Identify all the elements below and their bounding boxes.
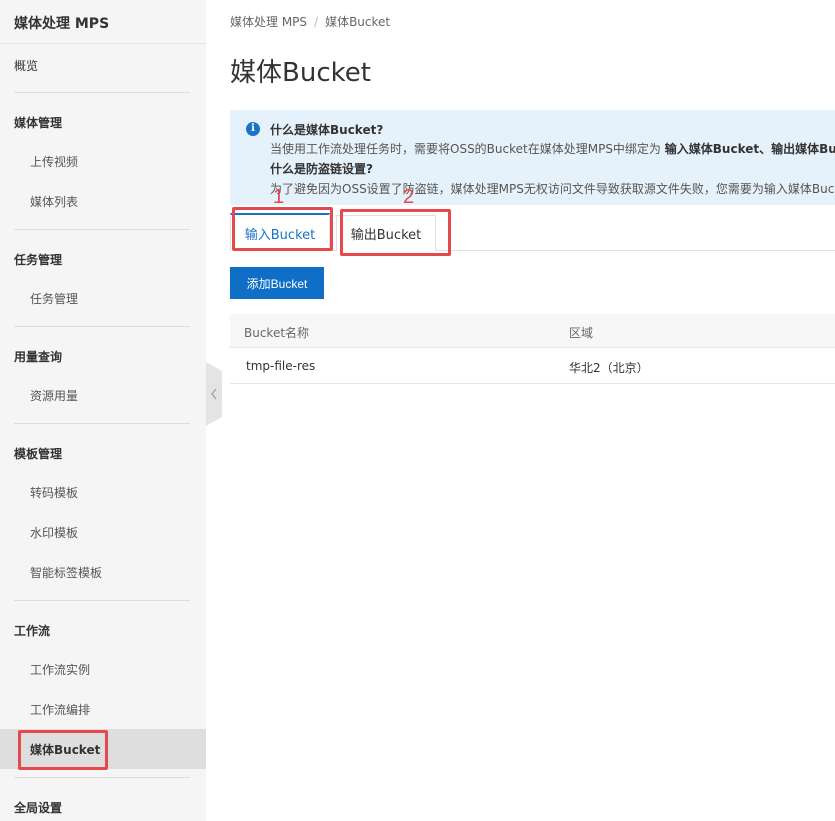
- sidebar-divider: [14, 600, 190, 601]
- sidebar-group-tasks[interactable]: 任务管理: [14, 251, 62, 268]
- sidebar-item-upload-video[interactable]: 上传视频: [30, 153, 78, 170]
- table-row[interactable]: tmp-file-res 华北2（北京）: [230, 348, 835, 384]
- sidebar-item-media-bucket[interactable]: 媒体Bucket: [30, 741, 100, 758]
- column-header-bucket-name: Bucket名称: [244, 326, 310, 340]
- sidebar-item-overview[interactable]: 概览: [14, 57, 38, 74]
- info-answer-1-bold: 输入媒体Bucket、输出媒体Bucke: [664, 142, 835, 156]
- sidebar-item-workflow-orchestration[interactable]: 工作流编排: [30, 701, 90, 718]
- breadcrumb-current: 媒体Bucket: [325, 15, 391, 29]
- cell-region: 华北2（北京）: [569, 361, 649, 375]
- sidebar-group-workflow[interactable]: 工作流: [14, 622, 50, 639]
- sidebar-item-task-management[interactable]: 任务管理: [30, 290, 78, 307]
- breadcrumb-root[interactable]: 媒体处理 MPS: [230, 15, 307, 29]
- info-answer-2: 为了避免因为OSS设置了防盗链，媒体处理MPS无权访问文件导致获取源文件失败，您…: [270, 182, 835, 196]
- page-title: 媒体Bucket: [230, 58, 371, 88]
- sidebar-group-media[interactable]: 媒体管理: [14, 114, 62, 131]
- table-header: Bucket名称 区域: [230, 314, 835, 348]
- column-header-region: 区域: [569, 326, 594, 340]
- sidebar-item-workflow-instances[interactable]: 工作流实例: [30, 661, 90, 678]
- sidebar-divider: [0, 43, 206, 44]
- tab-output-bucket[interactable]: 输出Bucket: [336, 215, 436, 251]
- info-answer-1-text: 当使用工作流处理任务时，需要将OSS的Bucket在媒体处理MPS中绑定为: [270, 142, 661, 156]
- annotation-number-1: 1: [273, 186, 285, 208]
- info-question-2: 什么是防盗链设置?: [270, 162, 373, 176]
- sidebar-divider: [14, 92, 190, 93]
- cell-bucket-name: tmp-file-res: [246, 359, 316, 373]
- info-notice: i 什么是媒体Bucket? 当使用工作流处理任务时，需要将OSS的Bucket…: [230, 110, 835, 205]
- sidebar-divider: [14, 777, 190, 778]
- sidebar-item-smart-tag-template[interactable]: 智能标签模板: [30, 564, 102, 581]
- sidebar: 媒体处理 MPS 概览 媒体管理 上传视频 媒体列表 任务管理 任务管理 用量查…: [0, 0, 206, 821]
- sidebar-item-watermark-template[interactable]: 水印模板: [30, 524, 78, 541]
- sidebar-collapse-handle[interactable]: [206, 362, 222, 426]
- sidebar-divider: [14, 423, 190, 424]
- info-answer-1: 当使用工作流处理任务时，需要将OSS的Bucket在媒体处理MPS中绑定为 输入…: [270, 140, 835, 157]
- breadcrumb: 媒体处理 MPS / 媒体Bucket: [230, 13, 390, 30]
- info-icon: i: [246, 122, 260, 136]
- sidebar-title: 媒体处理 MPS: [14, 16, 110, 32]
- sidebar-group-global-settings[interactable]: 全局设置: [14, 799, 62, 816]
- add-bucket-button[interactable]: 添加Bucket: [230, 267, 324, 299]
- sidebar-item-media-list[interactable]: 媒体列表: [30, 193, 78, 210]
- tab-input-bucket[interactable]: 输入Bucket: [230, 213, 330, 251]
- sidebar-item-transcode-template[interactable]: 转码模板: [30, 484, 78, 501]
- breadcrumb-separator: /: [314, 15, 319, 29]
- sidebar-item-resource-usage[interactable]: 资源用量: [30, 387, 78, 404]
- sidebar-group-templates[interactable]: 模板管理: [14, 445, 62, 462]
- annotation-number-2: 2: [403, 186, 415, 208]
- chevron-left-icon: [211, 388, 217, 400]
- sidebar-divider: [14, 326, 190, 327]
- sidebar-divider: [14, 229, 190, 230]
- sidebar-group-usage[interactable]: 用量查询: [14, 348, 62, 365]
- info-question-1: 什么是媒体Bucket?: [270, 123, 384, 137]
